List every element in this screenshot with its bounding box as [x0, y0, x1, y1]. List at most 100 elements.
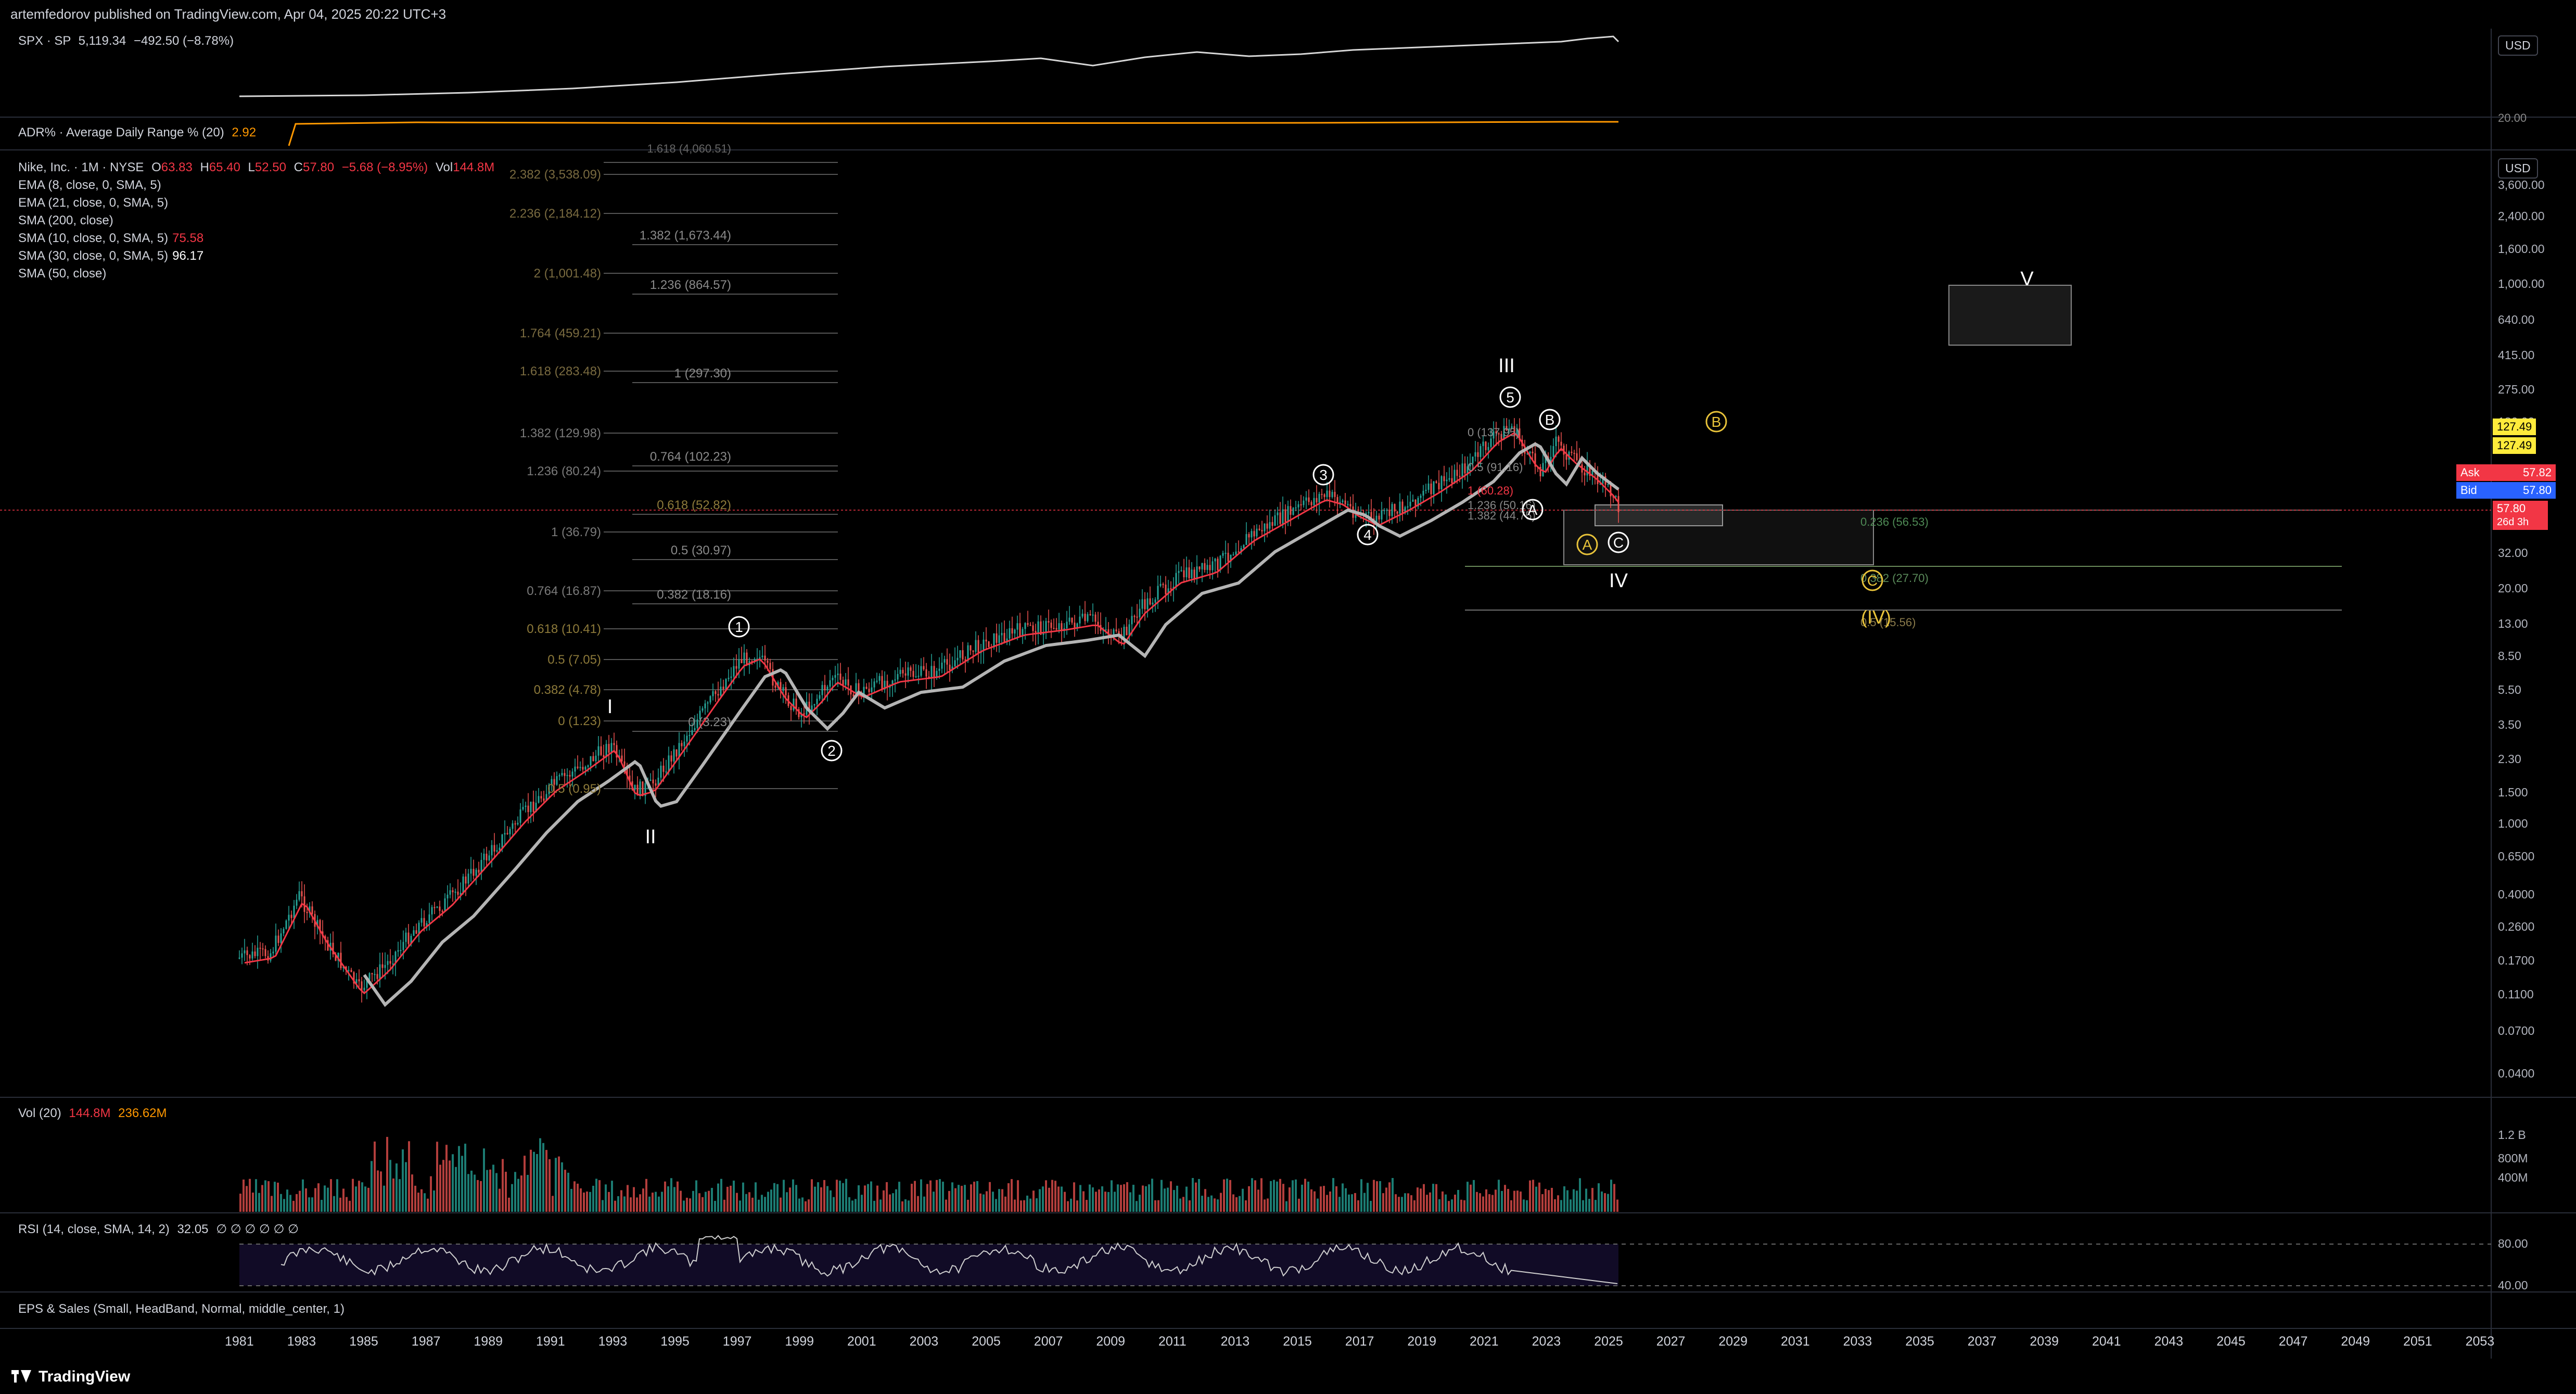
price-axis-label: 415.00	[2498, 348, 2535, 362]
candle-body	[574, 766, 576, 772]
candle-body	[1193, 569, 1195, 579]
candle-body	[832, 677, 834, 680]
volume-bar	[1170, 1181, 1172, 1212]
volume-bar	[1363, 1193, 1366, 1212]
bid-tag: Bid 57.80	[2456, 482, 2556, 499]
volume-bar	[1120, 1185, 1122, 1212]
volume-bar	[602, 1200, 604, 1212]
volume-bar	[723, 1199, 725, 1212]
volume-bar	[1448, 1201, 1450, 1212]
volume-bar	[677, 1181, 679, 1212]
candle-body	[1607, 484, 1609, 485]
volume-bar	[970, 1184, 972, 1212]
candle-body	[959, 650, 961, 658]
price-axis-label: 0.0400	[2498, 1067, 2535, 1080]
indicator-1[interactable]: EMA (21, close, 0, SMA, 5)	[18, 194, 203, 212]
candle-body	[272, 952, 274, 954]
candle-body	[930, 666, 933, 679]
candle-body	[1477, 452, 1479, 457]
candle-body	[1152, 602, 1154, 605]
indicator-5[interactable]: SMA (50, close)	[18, 265, 203, 283]
candle-body	[1329, 490, 1331, 497]
candle-body	[733, 666, 735, 677]
volume-bar	[1445, 1194, 1447, 1212]
candle-body	[970, 645, 972, 651]
volume-bar	[795, 1185, 797, 1212]
wave-i-label: I	[607, 696, 613, 718]
volume-bar	[1407, 1193, 1409, 1212]
candle-body	[881, 676, 883, 690]
volume-bar	[1607, 1194, 1609, 1212]
volume-bar	[495, 1173, 498, 1212]
wave-b-label: B	[1545, 412, 1555, 428]
volume-bar	[652, 1193, 654, 1212]
volume-bar	[720, 1178, 722, 1212]
volume-bar	[1510, 1200, 1512, 1212]
time-axis-label: 1981	[225, 1334, 254, 1349]
price-axis-label: 3.50	[2498, 718, 2521, 731]
candle-body	[1318, 493, 1320, 503]
volume-bar	[1463, 1200, 1465, 1212]
volume-bar	[1264, 1199, 1266, 1212]
indicator-0[interactable]: EMA (8, close, 0, SMA, 5)	[18, 176, 203, 194]
volume-bar	[698, 1193, 700, 1212]
time-axis-label: 2053	[2465, 1334, 2495, 1349]
volume-bar	[1098, 1189, 1100, 1212]
volume-bar	[1466, 1182, 1469, 1212]
candle-body	[358, 979, 360, 982]
volume-bar	[1548, 1190, 1550, 1212]
candle-body	[985, 639, 987, 642]
candle-body	[925, 669, 927, 677]
volume-bar	[302, 1179, 304, 1212]
candle-body	[1019, 623, 1021, 637]
price-axis-label: 0.1700	[2498, 954, 2535, 967]
candle-body	[249, 955, 251, 959]
volume-bar	[1442, 1191, 1444, 1212]
candle-body	[527, 805, 529, 813]
indicator-3[interactable]: SMA (10, close, 0, SMA, 5) 75.58	[18, 230, 203, 247]
indicator-4[interactable]: SMA (30, close, 0, SMA, 5) 96.17	[18, 247, 203, 265]
candle-body	[1183, 570, 1185, 578]
time-axis-label: 2025	[1594, 1334, 1623, 1349]
candle-body	[1079, 616, 1081, 624]
tradingview-logo[interactable]: TradingView	[11, 1368, 130, 1386]
volume-bar	[283, 1199, 285, 1212]
volume-bar	[1061, 1186, 1063, 1212]
volume-bar	[1488, 1194, 1490, 1212]
candle-body	[988, 641, 990, 647]
candle-body	[725, 679, 727, 690]
spx-last: 5,119.34	[78, 34, 126, 48]
candle-body	[1440, 476, 1443, 489]
volume-bar	[1526, 1200, 1528, 1212]
volume-bar	[686, 1197, 688, 1212]
volume-bar	[1566, 1190, 1568, 1212]
candle-body	[577, 766, 579, 768]
volume-bar	[920, 1179, 922, 1212]
candle-body	[439, 906, 441, 911]
candle-body	[1071, 617, 1073, 623]
volume-bar	[339, 1197, 341, 1212]
candle-body	[530, 802, 532, 813]
candle-body	[1165, 585, 1167, 594]
main-symbol: Nike, Inc. · 1M · NYSE	[18, 160, 144, 174]
volume-bar	[714, 1200, 716, 1212]
volume-bar	[1582, 1200, 1584, 1212]
chart-canvas[interactable]: 2.382 (3,538.09) 2.236 (2,184.12) 2 (1,001…	[0, 0, 2576, 1394]
volume-bar	[911, 1184, 913, 1212]
volume-bar	[1126, 1182, 1128, 1212]
candle-body	[1141, 599, 1143, 609]
candle-body	[447, 894, 449, 898]
price-axis-label: 0.4000	[2498, 888, 2535, 901]
candle-body	[1487, 447, 1489, 450]
candle-body	[975, 640, 977, 652]
indicator-list: EMA (8, close, 0, SMA, 5) EMA (21, close,…	[18, 176, 203, 283]
fib-left-label: 0.5 (7.05)	[547, 653, 601, 667]
candle-body	[483, 853, 485, 860]
volume-bar	[961, 1186, 963, 1212]
volume-bar	[967, 1199, 969, 1212]
volume-axis-label: 1.2 B	[2498, 1128, 2526, 1142]
spx-currency-button[interactable]: USD	[2498, 35, 2538, 56]
indicator-2[interactable]: SMA (200, close)	[18, 212, 203, 230]
volume-bar	[1220, 1193, 1222, 1212]
candle-body	[709, 696, 711, 703]
